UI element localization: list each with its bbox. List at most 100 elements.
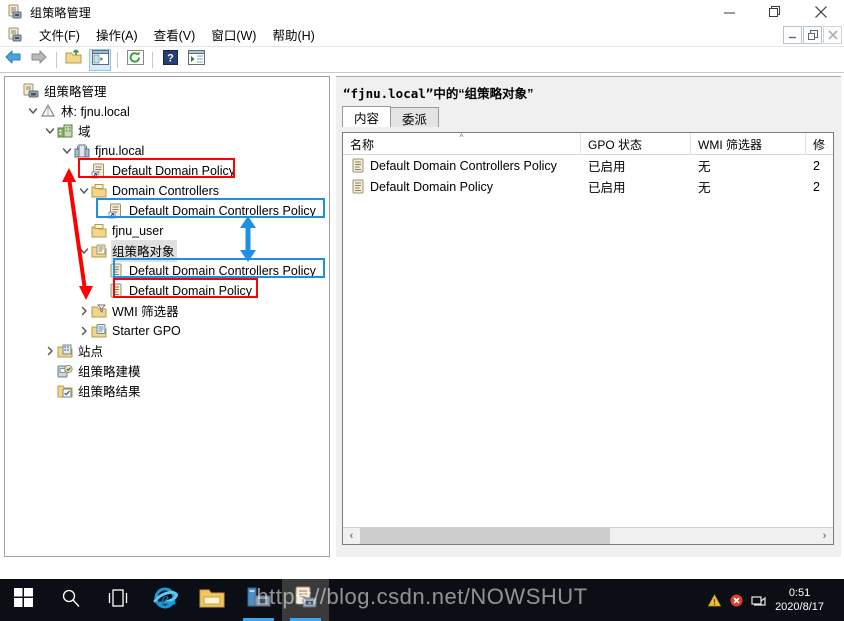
gpo-status-cell-label: 已启用 xyxy=(588,160,626,174)
taskbar-clock[interactable]: 0:51 2020/8/17 xyxy=(769,586,836,614)
tray-error-icon[interactable] xyxy=(725,579,747,621)
internet-explorer-button[interactable]: e xyxy=(141,579,188,621)
menu-view[interactable]: 查看(V) xyxy=(146,23,204,47)
tree-item-label: Default Domain Policy xyxy=(129,283,252,298)
gpo-list-row[interactable]: Default Domain Policy 已启用 无 2 xyxy=(343,176,833,197)
tree-item-wmi-filters[interactable]: WMI 筛选器 xyxy=(5,301,329,321)
menu-file[interactable]: 文件(F) xyxy=(31,23,88,47)
chevron-down-icon[interactable] xyxy=(77,181,91,201)
tree-item-sites[interactable]: 站点 xyxy=(5,341,329,361)
column-header-gpo-status[interactable]: GPO 状态 xyxy=(581,133,691,155)
gpmc-icon xyxy=(293,586,319,615)
help-button[interactable]: ? xyxy=(159,49,181,71)
tree-item-gpo-default-domain-policy[interactable]: Default Domain Policy xyxy=(5,281,329,301)
menu-action[interactable]: 操作(A) xyxy=(88,23,146,47)
menu-window[interactable]: 窗口(W) xyxy=(203,23,264,47)
scrollbar-track[interactable] xyxy=(360,527,816,544)
tree-item-label: Default Domain Controllers Policy xyxy=(129,263,316,278)
mdi-minimize-button[interactable] xyxy=(783,26,802,44)
tree-item-label: Domain Controllers xyxy=(112,183,219,198)
gpmc-small-icon xyxy=(7,27,23,43)
back-button[interactable] xyxy=(2,49,24,71)
gpo-icon xyxy=(350,158,366,174)
clock-date: 2020/8/17 xyxy=(775,601,824,613)
tree-item-gp-results[interactable]: 组策略结果 xyxy=(5,381,329,401)
forward-button[interactable] xyxy=(28,49,50,71)
tree-item-label: Starter GPO xyxy=(112,323,181,338)
tree-item-domain-fjnu[interactable]: fjnu.local xyxy=(5,141,329,161)
tree-item-gpo-container[interactable]: 组策略对象 xyxy=(5,240,329,262)
tab-delegation[interactable]: 委派 xyxy=(390,107,440,127)
gpmc-taskbar-button[interactable] xyxy=(282,579,329,621)
chevron-right-icon[interactable] xyxy=(77,301,91,321)
toolbar-separator xyxy=(56,51,57,68)
column-header-name[interactable]: ^ 名称 xyxy=(343,133,581,155)
server-manager-button[interactable] xyxy=(235,579,282,621)
tree-item-default-domain-policy-link[interactable]: Default Domain Policy xyxy=(5,161,329,181)
tree-item-ou-fjnu-user[interactable]: fjnu_user xyxy=(5,221,329,241)
gpmc-window: 组策略管理 文件(F) 操作(A) 查看(V) 窗口(W) 帮助(H) ? 组策… xyxy=(0,0,844,621)
column-header-wmi-filter[interactable]: WMI 筛选器 xyxy=(691,133,806,155)
forward-arrow-icon xyxy=(30,49,48,70)
scroll-right-arrow-icon[interactable]: › xyxy=(816,528,833,545)
tree-item-gpmc-root[interactable]: 组策略管理 xyxy=(5,81,329,101)
column-header-label: WMI 筛选器 xyxy=(698,137,762,152)
tray-network-icon[interactable] xyxy=(747,579,769,621)
mdi-restore-button[interactable] xyxy=(803,26,822,44)
column-header-modified[interactable]: 修 xyxy=(806,133,833,155)
scroll-left-arrow-icon[interactable]: ‹ xyxy=(343,528,360,545)
tray-warning-icon[interactable] xyxy=(703,579,725,621)
mdi-close-button[interactable] xyxy=(823,26,842,44)
results-tabs: 内容 委派 xyxy=(342,106,841,127)
scrollbar-thumb[interactable] xyxy=(360,527,610,544)
task-view-button[interactable] xyxy=(94,579,141,621)
internet-explorer-icon: e xyxy=(152,585,178,616)
chevron-down-icon[interactable] xyxy=(26,101,40,121)
show-desktop-button[interactable] xyxy=(836,579,844,621)
minimize-button[interactable] xyxy=(706,0,752,24)
chevron-right-icon[interactable] xyxy=(77,321,91,341)
tree-item-gpo-default-dc-policy[interactable]: Default Domain Controllers Policy xyxy=(5,261,329,281)
search-icon xyxy=(61,588,81,613)
tree-item-forest[interactable]: 林: fjnu.local xyxy=(5,101,329,121)
tree-item-gp-modeling[interactable]: 组策略建模 xyxy=(5,361,329,381)
export-list-button[interactable] xyxy=(185,49,207,71)
menu-help[interactable]: 帮助(H) xyxy=(264,23,322,47)
horizontal-scrollbar[interactable]: ‹ › xyxy=(343,527,833,544)
sort-ascending-icon: ^ xyxy=(459,132,464,142)
tree-item-label: 组策略建模 xyxy=(78,365,141,379)
restore-button[interactable] xyxy=(752,0,798,24)
chevron-down-icon[interactable] xyxy=(43,121,57,141)
close-button[interactable] xyxy=(798,0,844,24)
file-explorer-button[interactable] xyxy=(188,579,235,621)
start-button[interactable] xyxy=(0,579,47,621)
gpo-list[interactable]: ^ 名称 GPO 状态 WMI 筛选器 修 Default Domain Control… xyxy=(342,132,834,545)
gpo-container-icon xyxy=(91,243,107,259)
tree-item-domains[interactable]: 域 xyxy=(5,121,329,141)
up-one-level-button[interactable] xyxy=(63,49,85,71)
gpo-status-cell: 已启用 xyxy=(581,156,691,175)
chevron-right-icon[interactable] xyxy=(43,341,57,361)
tree-item-ou-domain-controllers[interactable]: Domain Controllers xyxy=(5,181,329,201)
domains-icon xyxy=(57,123,73,139)
tree-item-starter-gpo[interactable]: Starter GPO xyxy=(5,321,329,341)
show-hide-tree-button[interactable] xyxy=(89,48,111,71)
search-button[interactable] xyxy=(47,579,94,621)
menu-bar: 文件(F) 操作(A) 查看(V) 窗口(W) 帮助(H) xyxy=(0,24,844,47)
results-panel: “fjnu.local”中的“组策略对象” 内容 委派 ^ 名称 GPO 状态 WMI… xyxy=(336,76,841,557)
svg-text:e: e xyxy=(161,589,169,608)
chevron-down-icon[interactable] xyxy=(60,141,74,161)
tree-item-label: 站点 xyxy=(78,345,104,359)
chevron-down-icon[interactable] xyxy=(77,241,91,261)
gpo-list-row[interactable]: Default Domain Controllers Policy 已启用 无 2 xyxy=(343,155,833,176)
tab-contents[interactable]: 内容 xyxy=(342,106,392,127)
refresh-button[interactable] xyxy=(124,49,146,71)
tree-item-default-dc-policy-link[interactable]: Default Domain Controllers Policy xyxy=(5,201,329,221)
gpo-icon xyxy=(350,179,366,195)
console-tree-panel[interactable]: 组策略管理 林: fjnu.local 域 fjnu.local Default Dom… xyxy=(4,76,330,557)
